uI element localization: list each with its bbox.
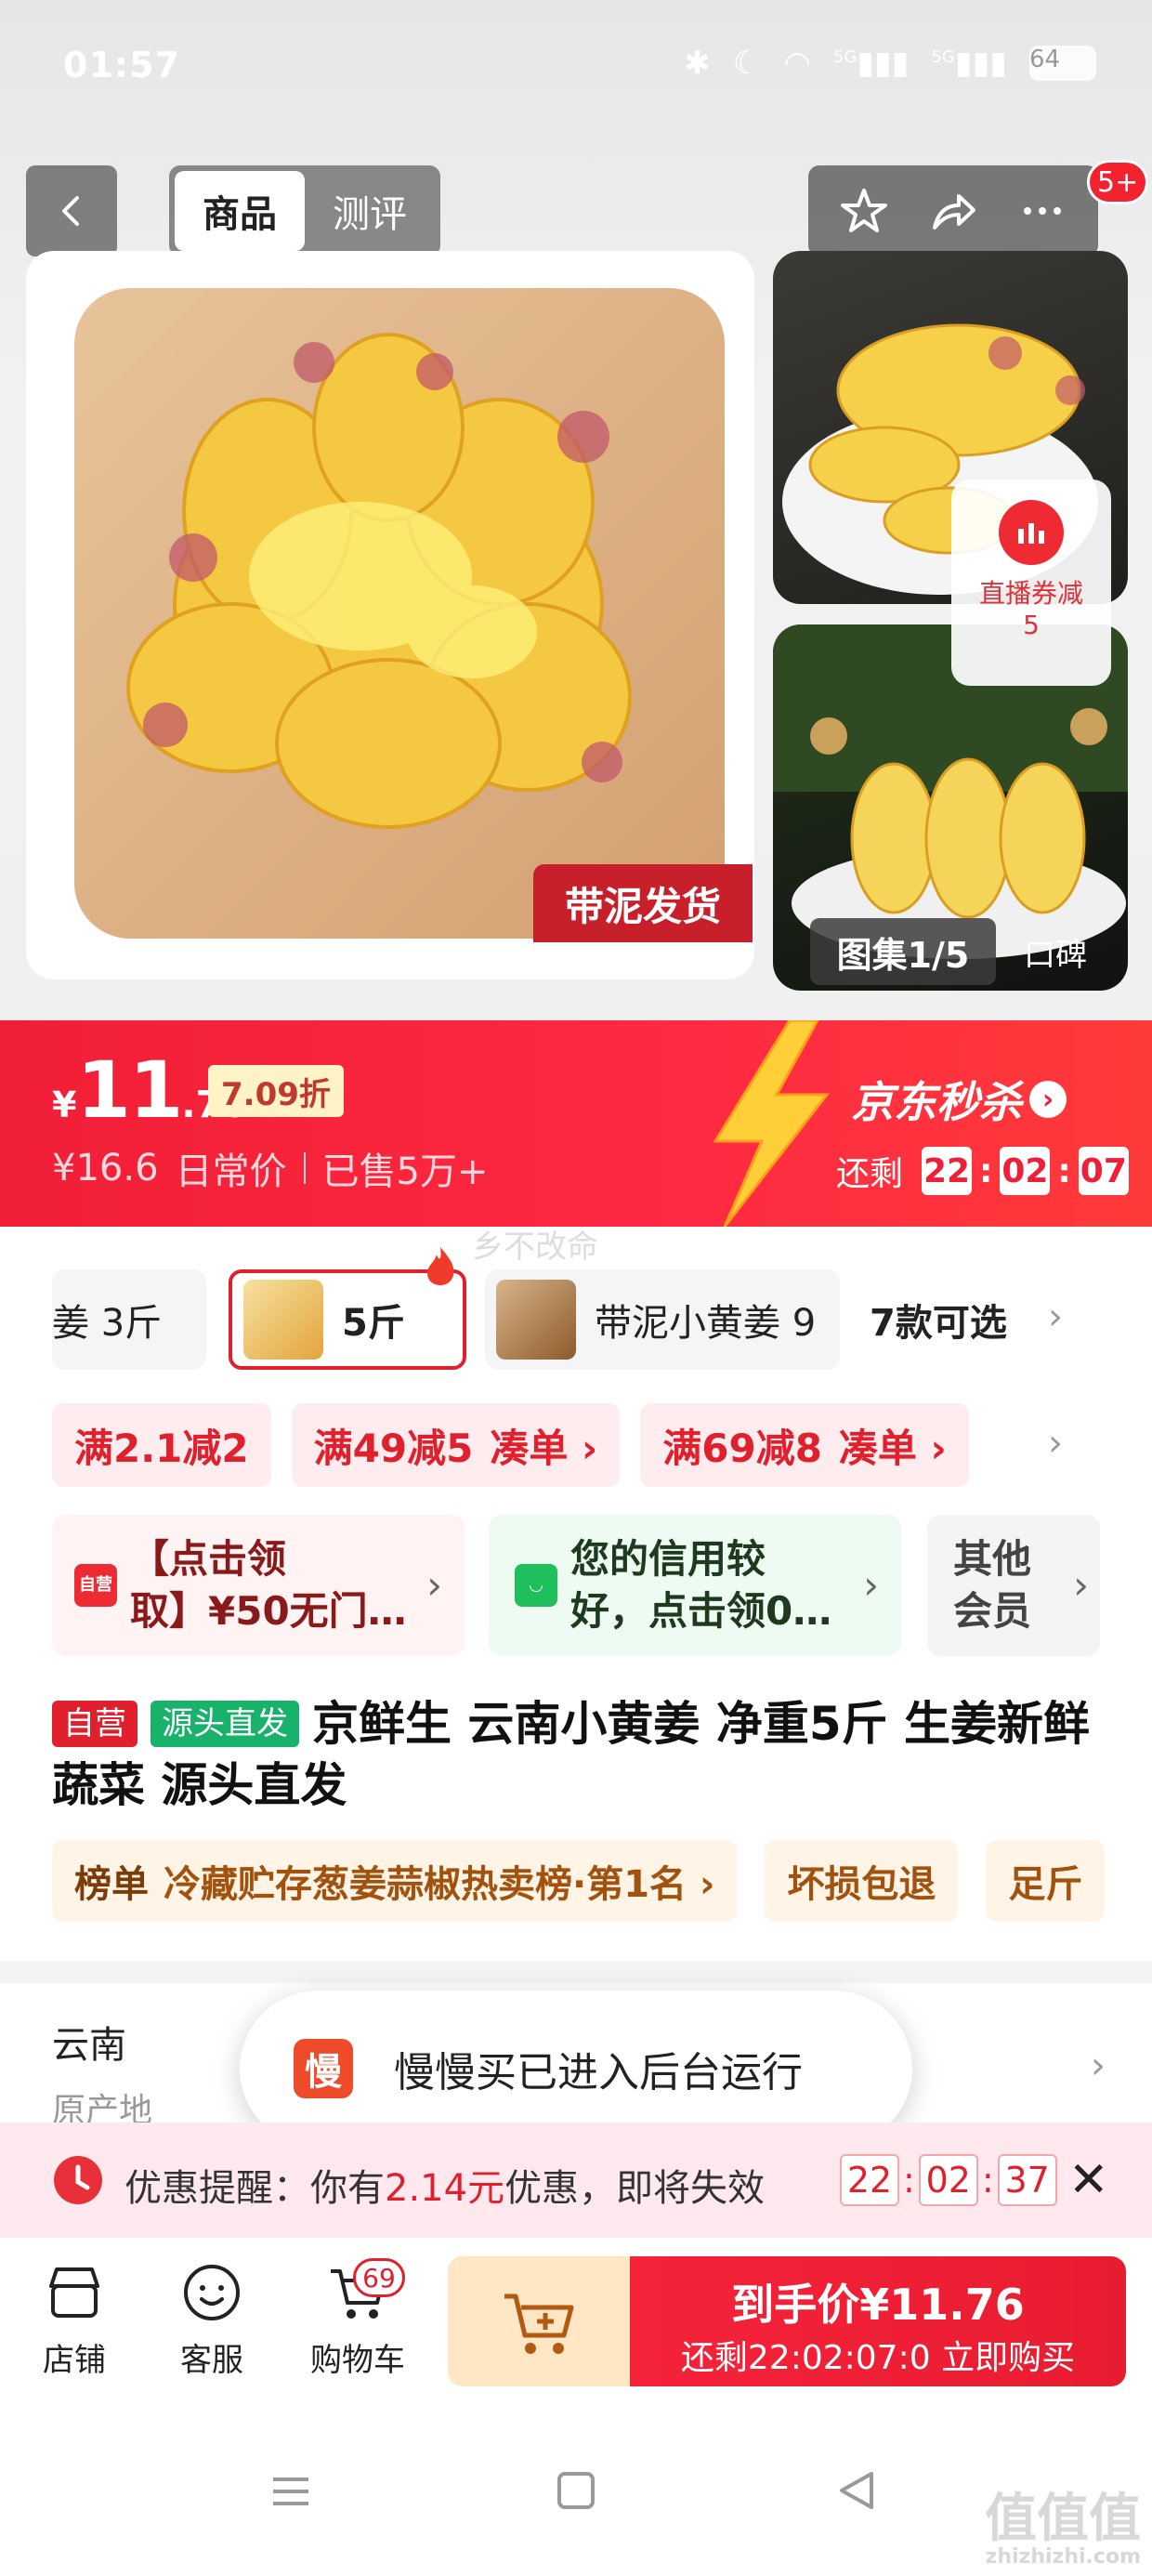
wifi-icon: ◠ [783,45,811,82]
add-cart-icon [504,2293,574,2354]
sold-count: 已售5万+ [321,1150,489,1193]
shopping-bag-icon: ◡ [515,1564,557,1607]
variant-thumbnail [496,1280,576,1360]
signal-icon: 5G▮▮▮ [832,45,910,82]
toast-text: 慢慢买已进入后台运行 [394,2049,803,2096]
menu-icon[interactable] [269,2470,312,2513]
variant-option[interactable]: 姜 3斤 [52,1269,206,1370]
product-title: 自营 源头直发 京鲜生 云南小黄姜 净重5斤 生姜新鲜蔬菜 源头直发 [52,1693,1102,1816]
store-icon [49,2267,99,2318]
live-coupon-badge[interactable]: 直播券减5 [951,480,1111,686]
divider [303,1152,306,1184]
ginger-image [126,333,632,829]
add-to-cart-button[interactable] [448,2256,630,2386]
reminder-text: 优惠提醒：你有2.14元优惠，即将失效 [124,2167,766,2210]
bluetooth-icon: ✱ [684,45,711,82]
chevron-right-icon: › [863,1562,879,1608]
coupon-icon: 自营 [74,1564,117,1607]
benefit-card-member[interactable]: 其他 会员 › [927,1515,1100,1656]
back-icon [62,196,79,226]
coupon-row: 满2.1减2 满49减5 凑单 › 满69减8 凑单 › [52,1403,969,1487]
back-nav-icon[interactable] [836,2470,877,2511]
reputation-label[interactable]: 口碑 [1024,929,1087,975]
back-button[interactable] [26,165,117,256]
star-icon [841,189,887,232]
coupon-chip[interactable]: 满69减8 凑单 › [640,1403,969,1487]
site-watermark-logo: 值值值 zhizhizhi.com [985,2489,1141,2569]
jd-seckill-link[interactable]: 京东秒杀 › [851,1069,1067,1130]
share-icon [933,194,975,230]
source-direct-tag: 源头直发 [151,1701,299,1747]
message-badge[interactable]: 5+ [1087,160,1149,204]
coupon-chip[interactable]: 满2.1减2 [52,1403,271,1487]
signal-icon-2: 5G▮▮▮ [931,45,1007,82]
bottom-action-bar: 店铺 客服 购物车 69 到手价¥11.76 还剩22:02:07:0 立即购买 [0,2238,1152,2409]
lightning-icon [713,1020,831,1227]
detail-tabs: 商品 测评 [169,165,440,256]
buy-now-button[interactable]: 到手价¥11.76 还剩22:02:07:0 立即购买 [630,2256,1126,2386]
coupon-chip[interactable]: 满49减5 凑单 › [291,1403,621,1487]
origin-city: 云南 [52,2024,126,2067]
manmanmai-app-icon: 慢 [294,2039,353,2098]
tab-product[interactable]: 商品 [175,171,305,251]
rank-tags-row: 榜单 冷藏贮存葱姜蒜椒热卖榜·第1名 › 坏损包退 足斤 [52,1840,1152,1922]
home-icon[interactable] [556,2470,596,2511]
store-button[interactable]: 店铺 [19,2260,130,2380]
chevron-right-icon[interactable]: › [1048,1422,1063,1465]
final-price: 到手价¥11.76 [731,2280,1025,2330]
moon-icon: ☾ [732,45,762,82]
favorite-button[interactable] [831,178,897,243]
system-nav-bar: 值值值 zhizhizhi.com [0,2409,1152,2576]
cart-count-badge: 69 [353,2258,405,2297]
watermark-text: 乡不改命 [472,1229,598,1266]
clock-icon [54,2156,102,2204]
live-coupon-text: 直播券减5 [978,578,1083,640]
ranking-tag[interactable]: 榜单 冷藏贮存葱姜蒜椒热卖榜·第1名 › [52,1840,738,1922]
benefit-card-coupon[interactable]: 自营 【点击领 取】¥50无门… › [52,1515,465,1656]
chevron-right-icon: › [1029,1081,1067,1118]
gallery-count[interactable]: 图集1/5 [810,918,996,985]
variant-selector: 姜 3斤 5斤 带泥小黄姜 9 7款可选 › [52,1247,1120,1370]
price-banner: ¥ 11 .76 ¥16.6 日常价 已售5万+ 京东秒杀 › 还剩 22: 0… [0,1020,1152,1227]
status-icons: ✱ ☾ ◠ 5G▮▮▮ 5G▮▮▮ 64 [684,45,1096,82]
close-icon[interactable]: ✕ [1068,2152,1109,2208]
full-weight-tag[interactable]: 足斤 [986,1840,1106,1922]
discount-badge: 7.09折 [208,1065,344,1117]
chevron-right-icon: › [426,1562,442,1608]
mud-shipping-tag: 带泥发货 [533,864,753,942]
original-price: ¥16.6 [52,1147,159,1189]
chevron-right-icon: › [1073,1562,1089,1608]
more-button[interactable] [1010,178,1075,243]
benefit-card-credit[interactable]: ◡ 您的信用较 好，点击领0… › [489,1515,901,1656]
battery-icon: 64 [1029,46,1096,81]
customer-service-button[interactable]: 客服 [156,2260,268,2380]
daily-price-label: 日常价 [175,1150,287,1193]
tab-review[interactable]: 测评 [305,171,435,251]
more-icon [1024,207,1061,215]
chevron-right-icon: › [1091,2044,1106,2087]
reminder-countdown: 22: 02: 37 [840,2154,1057,2206]
variant-option[interactable]: 带泥小黄姜 9 [485,1269,840,1370]
live-stream-icon [999,500,1064,565]
chevron-right-icon[interactable]: › [1048,1295,1063,1338]
price-sub-info: ¥16.6 日常价 已售5万+ [52,1141,488,1195]
self-operated-tag: 自营 [52,1701,137,1747]
buy-countdown: 还剩22:02:07:0 立即购买 [680,2339,1076,2377]
variant-count[interactable]: 7款可选 [870,1269,1007,1370]
variant-thumbnail [243,1280,323,1360]
discount-reminder-bar[interactable]: 优惠提醒：你有2.14元优惠，即将失效 22: 02: 37 ✕ [0,2123,1152,2238]
seckill-countdown: 还剩 22: 02: 07 [836,1147,1129,1195]
status-bar: 01:57 ✱ ☾ ◠ 5G▮▮▮ 5G▮▮▮ 64 [0,0,1152,139]
share-button[interactable] [921,178,986,243]
header-actions [808,165,1098,256]
hot-fire-icon [427,1247,454,1285]
chat-face-icon [184,2265,240,2320]
damage-return-tag[interactable]: 坏损包退 [765,1840,959,1922]
status-time: 01:57 [63,45,180,85]
